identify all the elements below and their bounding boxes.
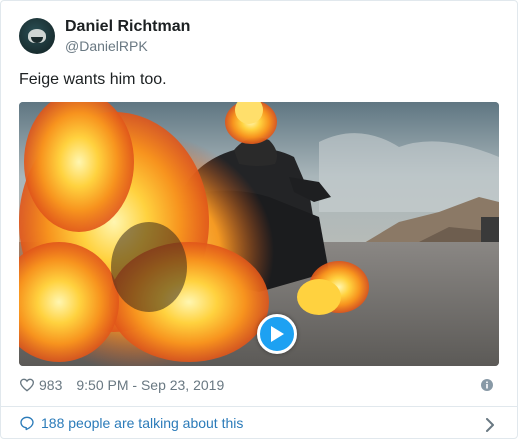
divider <box>1 406 517 407</box>
reply-icon <box>20 416 34 431</box>
info-icon[interactable] <box>481 379 493 391</box>
tweet-text: Feige wants him too. <box>19 71 167 88</box>
conversation-text[interactable]: 188 people are talking about this <box>41 415 243 431</box>
user-handle[interactable]: @DanielRPK <box>65 37 190 55</box>
author-names: Daniel Richtman @DanielRPK <box>65 17 190 55</box>
tweet-header: Daniel Richtman @DanielRPK <box>19 17 190 55</box>
tweet-meta: 983 9:50 PM - Sep 23, 2019 <box>19 377 224 393</box>
display-name[interactable]: Daniel Richtman <box>65 17 190 37</box>
like-count[interactable]: 983 <box>39 377 62 393</box>
video-thumbnail[interactable] <box>19 102 499 366</box>
tweet-card: Daniel Richtman @DanielRPK Feige wants h… <box>0 0 518 439</box>
play-icon <box>271 326 284 342</box>
chevron-right-icon[interactable] <box>485 418 495 432</box>
heart-icon[interactable] <box>19 377 35 393</box>
timestamp[interactable]: 9:50 PM - Sep 23, 2019 <box>76 377 224 393</box>
conversation-link[interactable]: 188 people are talking about this <box>19 415 499 432</box>
avatar[interactable] <box>19 18 55 54</box>
play-button[interactable] <box>257 314 297 354</box>
